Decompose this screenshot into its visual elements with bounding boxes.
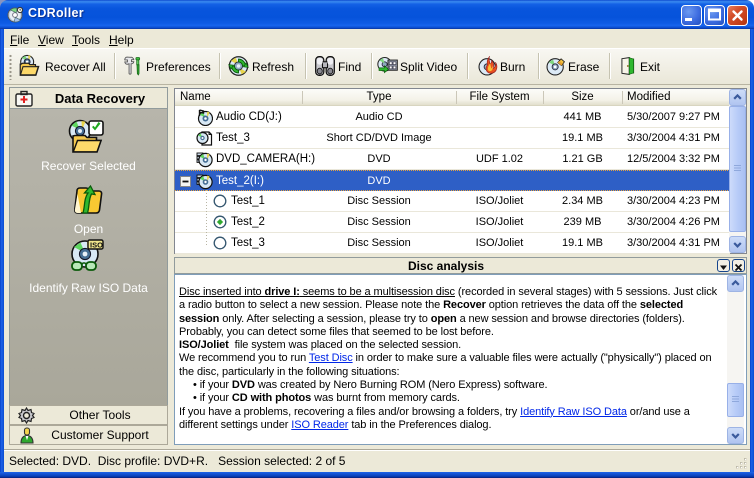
svg-text:ISO: ISO [90,240,103,249]
